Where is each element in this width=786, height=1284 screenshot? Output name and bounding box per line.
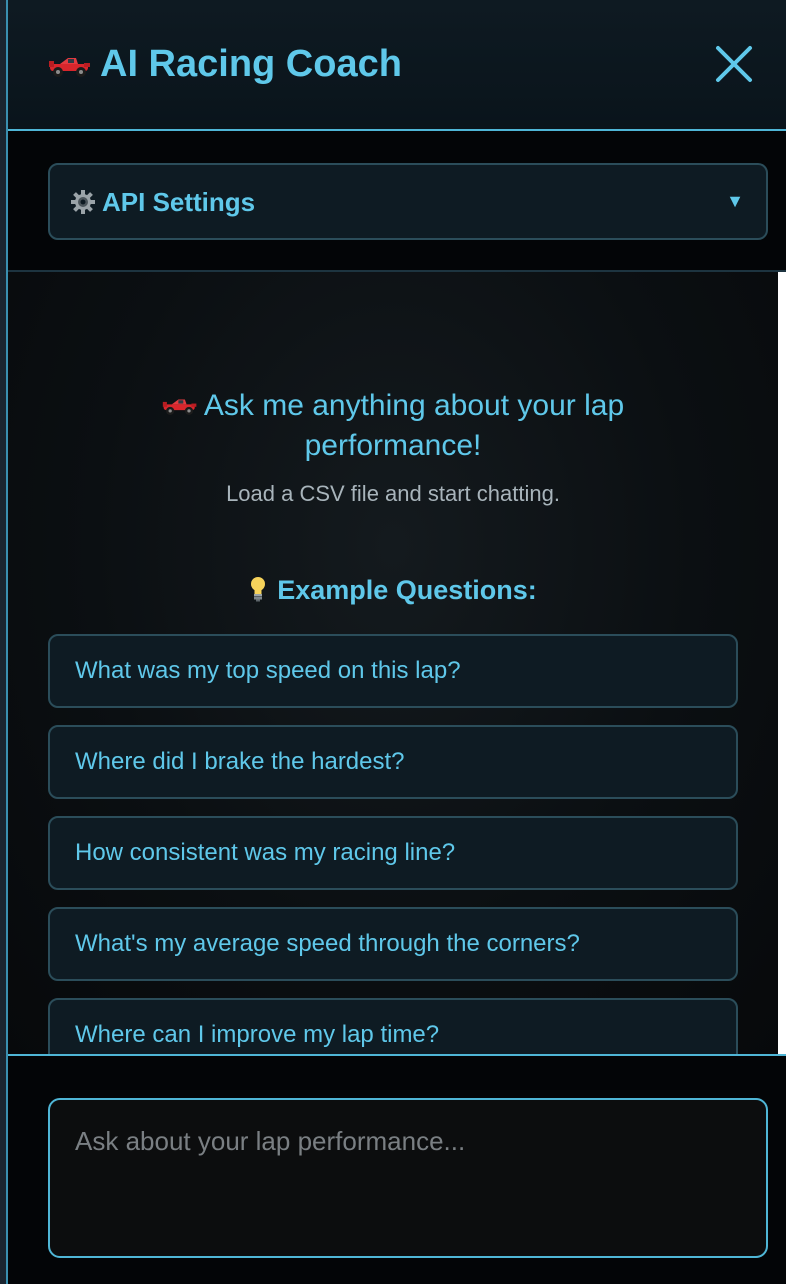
- api-settings-toggle[interactable]: API Settings ▼: [48, 163, 768, 240]
- lightbulb-icon: [251, 577, 266, 602]
- close-icon: [716, 46, 752, 82]
- welcome-message: Ask me anything about your lap performan…: [8, 386, 778, 508]
- welcome-title: Ask me anything about your lap performan…: [123, 386, 663, 466]
- gear-icon: [71, 190, 95, 214]
- chat-input-area: [8, 1054, 786, 1284]
- panel-title-text: AI Racing Coach: [100, 43, 402, 85]
- example-questions-list: What was my top speed on this lap? Where…: [48, 634, 738, 1054]
- welcome-title-text: Ask me anything about your lap performan…: [203, 389, 625, 462]
- example-question-button[interactable]: What's my average speed through the corn…: [48, 907, 738, 981]
- racing-coach-panel: AI Racing Coach API Settings ▼ Ask me an…: [0, 0, 786, 1284]
- settings-section: API Settings ▼: [8, 131, 786, 272]
- example-question-button[interactable]: Where did I brake the hardest?: [48, 725, 738, 799]
- api-settings-label: API Settings: [70, 187, 255, 217]
- chat-input[interactable]: [48, 1098, 768, 1258]
- close-button[interactable]: [712, 42, 756, 86]
- example-questions-heading-text: Example Questions:: [277, 575, 537, 605]
- chat-messages-area[interactable]: Ask me anything about your lap performan…: [8, 272, 778, 1054]
- example-question-button[interactable]: Where can I improve my lap time?: [48, 998, 738, 1054]
- race-car-icon: [49, 57, 90, 77]
- example-questions-heading: Example Questions:: [8, 572, 778, 608]
- example-question-button[interactable]: How consistent was my racing line?: [48, 816, 738, 890]
- chat-scrollbar[interactable]: [778, 272, 786, 1054]
- panel-header: AI Racing Coach: [8, 0, 786, 131]
- welcome-subtitle: Load a CSV file and start chatting.: [226, 481, 560, 506]
- panel-title: AI Racing Coach: [48, 40, 402, 88]
- example-question-button[interactable]: What was my top speed on this lap?: [48, 634, 738, 708]
- race-car-icon: [162, 399, 197, 415]
- chevron-down-icon: ▼: [726, 191, 744, 211]
- api-settings-text: API Settings: [102, 187, 256, 217]
- panel-resize-edge[interactable]: [0, 0, 8, 1284]
